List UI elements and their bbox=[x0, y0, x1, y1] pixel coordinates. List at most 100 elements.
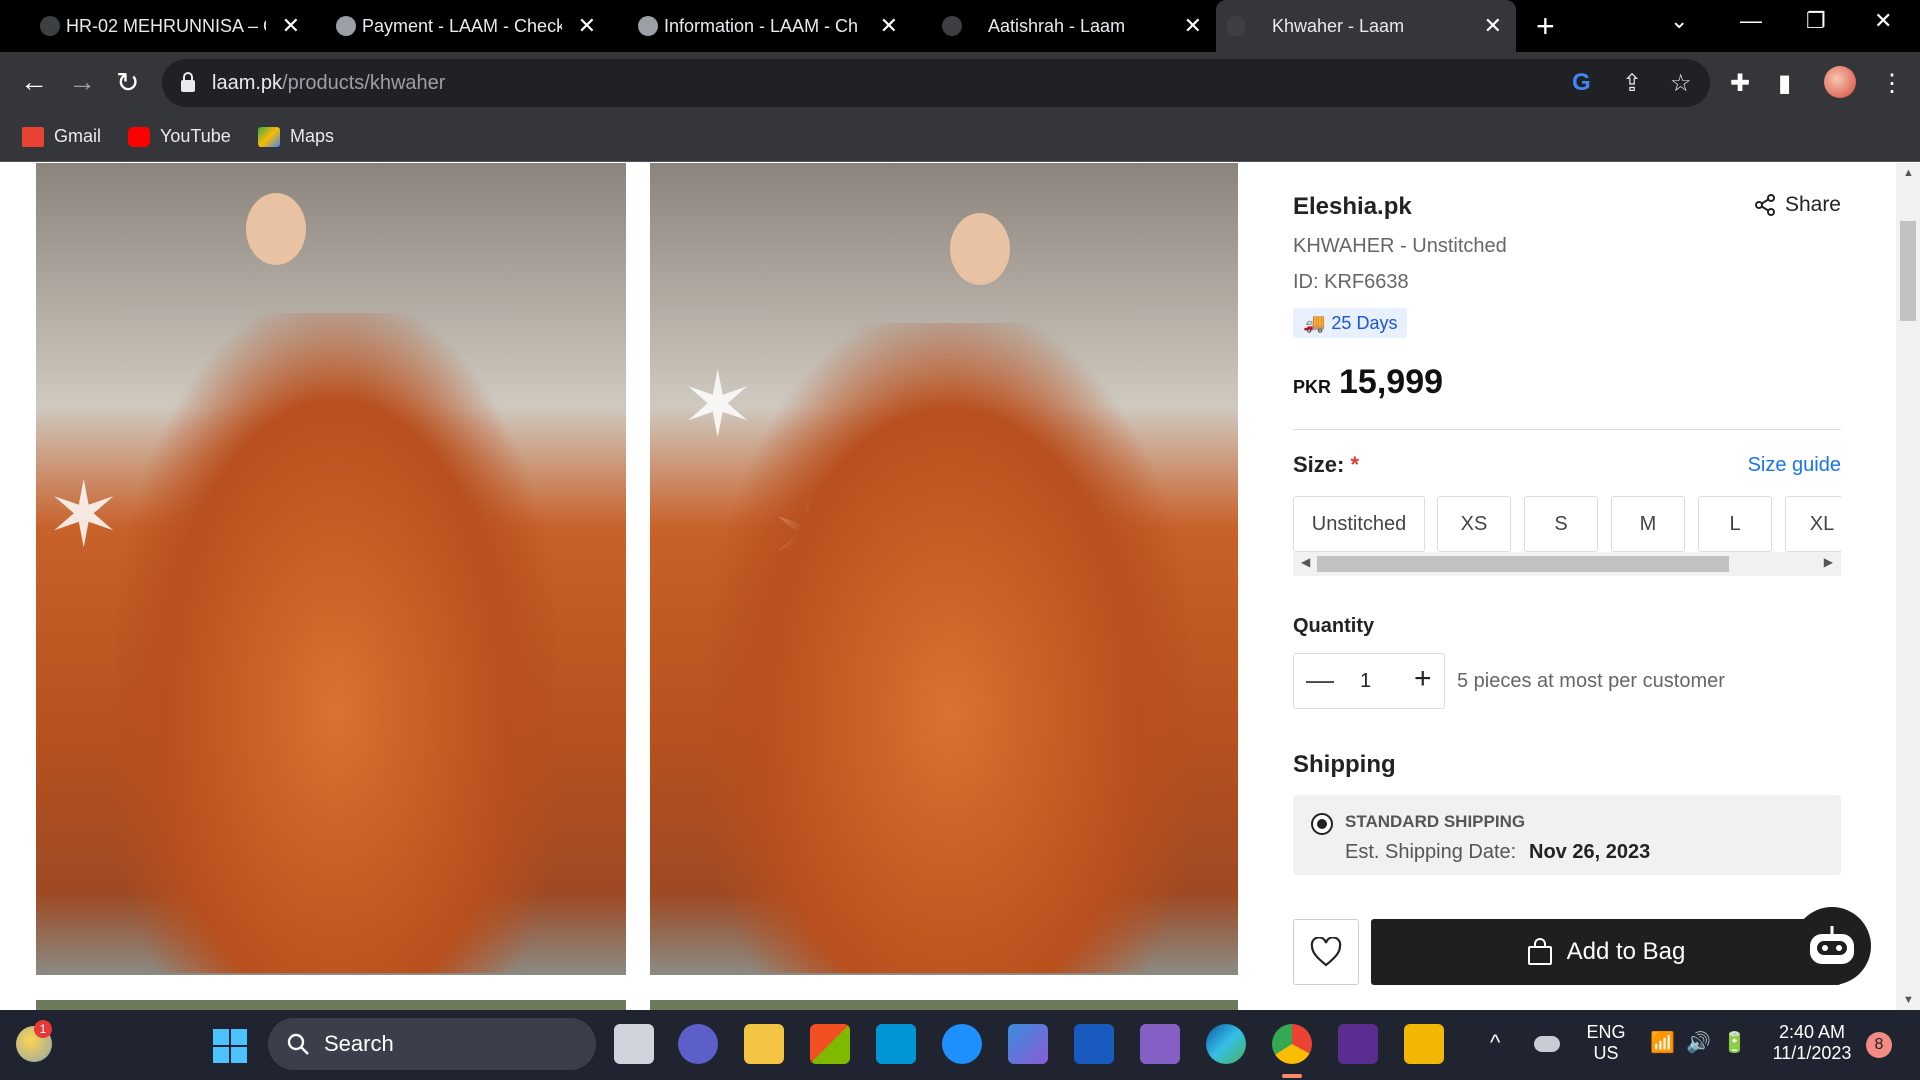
extensions-icon[interactable]: ✚ bbox=[1730, 69, 1750, 98]
scroll-right-icon[interactable]: ▶ bbox=[1824, 555, 1833, 569]
visual-studio-code-icon[interactable] bbox=[1338, 1024, 1378, 1064]
minus-icon[interactable]: — bbox=[1306, 664, 1334, 696]
url-text[interactable]: laam.pk/products/khwaher bbox=[212, 72, 445, 95]
product-image-1[interactable]: ✶ bbox=[36, 163, 626, 975]
clock[interactable]: 2:40 AM 11/1/2023 bbox=[1764, 1022, 1860, 1064]
windows-start-icon[interactable] bbox=[212, 1028, 248, 1064]
robot-icon bbox=[1810, 926, 1854, 964]
size-option-xl[interactable]: XL bbox=[1785, 496, 1841, 552]
scroll-left-icon[interactable]: ◀ bbox=[1301, 555, 1310, 569]
globe-icon bbox=[638, 16, 658, 36]
scroll-thumb[interactable] bbox=[1317, 556, 1729, 572]
get-help-icon[interactable] bbox=[942, 1024, 982, 1064]
profile-avatar[interactable] bbox=[1824, 66, 1856, 98]
bookmark-label: YouTube bbox=[160, 126, 231, 146]
tab-title: Khwaher - Laam bbox=[1272, 15, 1405, 36]
tab-5-active[interactable]: Khwaher - Laam ✕ bbox=[1216, 0, 1516, 52]
size-option-xs[interactable]: XS bbox=[1437, 496, 1511, 552]
add-to-bag-button[interactable]: Add to Bag bbox=[1371, 919, 1841, 985]
notification-badge[interactable]: 8 bbox=[1866, 1032, 1892, 1058]
back-icon[interactable]: ← bbox=[20, 66, 48, 98]
teams-icon[interactable] bbox=[678, 1024, 718, 1064]
tab-close-icon[interactable]: ✕ bbox=[578, 13, 596, 39]
brand-name[interactable]: Eleshia.pk bbox=[1293, 193, 1412, 221]
tab-close-icon[interactable]: ✕ bbox=[1484, 13, 1502, 39]
price-amount: 15,999 bbox=[1339, 363, 1444, 401]
task-view-icon[interactable] bbox=[614, 1024, 654, 1064]
wifi-icon[interactable]: 📶 bbox=[1650, 1030, 1675, 1055]
bookmark-maps[interactable]: Maps bbox=[258, 126, 334, 147]
size-option-unstitched[interactable]: Unstitched bbox=[1293, 496, 1425, 552]
taskbar-search[interactable]: Search bbox=[268, 1018, 596, 1070]
restore-icon[interactable]: ❐ bbox=[1806, 8, 1826, 34]
minimize-icon[interactable]: — bbox=[1740, 8, 1762, 34]
shipping-radio[interactable] bbox=[1311, 813, 1333, 835]
model-head bbox=[246, 193, 306, 265]
bookmark-gmail[interactable]: Gmail bbox=[22, 126, 101, 147]
new-tab-button[interactable]: + bbox=[1536, 8, 1555, 45]
onedrive-icon[interactable] bbox=[1534, 1036, 1560, 1052]
battery-icon[interactable]: 🔋 bbox=[1722, 1030, 1747, 1055]
bookmark-star-icon[interactable]: ☆ bbox=[1670, 69, 1692, 98]
language-indicator[interactable]: ENG US bbox=[1586, 1022, 1626, 1064]
address-bar[interactable]: laam.pk/products/khwaher G ⇪ ☆ bbox=[162, 59, 1710, 107]
scroll-thumb[interactable] bbox=[1900, 221, 1916, 321]
quantity-label: Quantity bbox=[1293, 615, 1375, 637]
volume-icon[interactable]: 🔊 bbox=[1686, 1030, 1711, 1055]
google-icon[interactable]: G bbox=[1572, 69, 1591, 97]
currency: PKR bbox=[1293, 377, 1332, 397]
scroll-down-icon[interactable]: ▼ bbox=[1903, 994, 1914, 1006]
wishlist-button[interactable] bbox=[1293, 919, 1359, 985]
tab-close-icon[interactable]: ✕ bbox=[880, 13, 898, 39]
show-hidden-icons[interactable]: ^ bbox=[1490, 1030, 1500, 1056]
size-options: Unstitched XS S M L XL bbox=[1293, 496, 1841, 552]
myhp-icon[interactable] bbox=[876, 1024, 916, 1064]
share-icon bbox=[1754, 194, 1775, 216]
truck-icon: 🚚 bbox=[1303, 312, 1326, 333]
size-guide-link[interactable]: Size guide bbox=[1748, 454, 1841, 477]
divider bbox=[1293, 429, 1841, 430]
microsoft-store-icon[interactable] bbox=[810, 1024, 850, 1064]
quantity-value[interactable]: 1 bbox=[1360, 670, 1371, 693]
shipping-date-label: Est. Shipping Date: bbox=[1345, 841, 1517, 863]
language-code: ENG bbox=[1586, 1022, 1626, 1042]
menu-kebab-icon[interactable]: ⋮ bbox=[1880, 69, 1904, 98]
size-option-s[interactable]: S bbox=[1524, 496, 1598, 552]
share-page-icon[interactable]: ⇪ bbox=[1622, 69, 1642, 98]
visual-studio-icon[interactable] bbox=[1140, 1024, 1180, 1064]
size-label: Size: * bbox=[1293, 452, 1360, 477]
delivery-days: 25 Days bbox=[1331, 312, 1398, 333]
product-image-2[interactable]: ✶ ✶ bbox=[650, 163, 1238, 975]
lock-icon bbox=[181, 72, 195, 92]
forward-icon[interactable]: → bbox=[68, 66, 96, 98]
page-scrollbar[interactable]: ▲ ▼ bbox=[1896, 163, 1920, 1010]
reload-icon[interactable]: ↻ bbox=[116, 66, 139, 99]
bookmark-youtube[interactable]: YouTube bbox=[128, 126, 231, 147]
close-window-icon[interactable]: ✕ bbox=[1874, 8, 1892, 34]
tab-search-icon[interactable]: ⌄ bbox=[1670, 8, 1688, 34]
tab-3[interactable]: Information - LAAM - Ch ✕ bbox=[628, 0, 912, 52]
file-explorer-icon[interactable] bbox=[744, 1024, 784, 1064]
shipping-option[interactable]: STANDARD SHIPPING Est. Shipping Date: No… bbox=[1293, 795, 1841, 875]
tab-favicon-icon bbox=[942, 16, 962, 36]
tab-close-icon[interactable]: ✕ bbox=[282, 13, 300, 39]
size-option-m[interactable]: M bbox=[1611, 496, 1685, 552]
plus-icon[interactable]: + bbox=[1414, 662, 1432, 696]
chrome-icon[interactable] bbox=[1272, 1024, 1312, 1064]
excel-tool-icon[interactable] bbox=[1404, 1024, 1444, 1064]
tab-1[interactable]: HR-02 MEHRUNNISA – C ✕ bbox=[30, 0, 314, 52]
tab-close-icon[interactable]: ✕ bbox=[1184, 13, 1202, 39]
required-mark: * bbox=[1350, 452, 1360, 477]
side-panel-icon[interactable]: ▮ bbox=[1778, 69, 1791, 98]
size-option-l[interactable]: L bbox=[1698, 496, 1772, 552]
edge-icon[interactable] bbox=[1206, 1024, 1246, 1064]
tab-2[interactable]: Payment - LAAM - Check ✕ bbox=[326, 0, 610, 52]
copilot-icon[interactable] bbox=[1008, 1024, 1048, 1064]
scroll-up-icon[interactable]: ▲ bbox=[1903, 167, 1914, 179]
chatbot-button[interactable] bbox=[1793, 907, 1871, 985]
word-icon[interactable] bbox=[1074, 1024, 1114, 1064]
tab-4[interactable]: Aatishrah - Laam ✕ bbox=[932, 0, 1216, 52]
share-button[interactable]: Share bbox=[1753, 193, 1841, 217]
size-scrollbar[interactable]: ◀ ▶ bbox=[1293, 552, 1841, 576]
shipping-date: Nov 26, 2023 bbox=[1529, 841, 1651, 863]
